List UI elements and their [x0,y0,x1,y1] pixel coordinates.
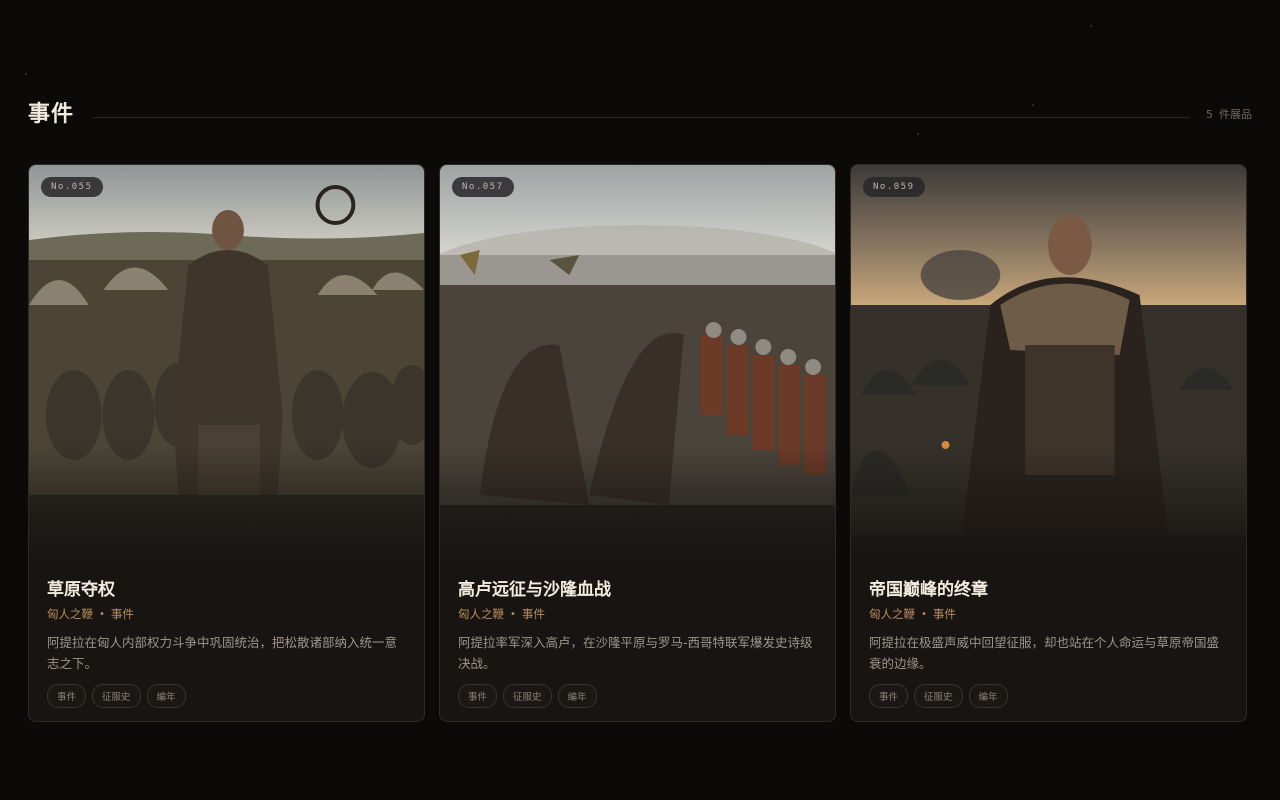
card-meta: 匈人之鞭 • 事件 [47,606,406,622]
card-description: 阿提拉在匈人内部权力斗争中巩固统治，把松散诸部纳入统一意志之下。 [47,635,398,671]
tag-list: 事件 征服史 编年 [458,684,817,708]
card-category[interactable]: 匈人之鞭 [47,606,93,622]
tag[interactable]: 编年 [557,684,597,708]
card-type[interactable]: 事件 [933,606,956,622]
card-image-steppe-warlord [29,165,424,565]
card-type[interactable]: 事件 [522,606,545,622]
exhibit-count-number: 5 [1206,108,1213,121]
exhibit-number-badge: No.057 [452,177,514,197]
card-category[interactable]: 匈人之鞭 [458,606,504,622]
tag[interactable]: 编年 [968,684,1008,708]
card-title[interactable]: 草原夺权 [47,575,406,600]
tag-list: 事件 征服史 编年 [869,684,1228,708]
card-body: 帝国巅峰的终章 匈人之鞭 • 事件 阿提拉在极盛声威中回望征服，却也站在个人命运… [869,575,1228,708]
card-grid: No.055 草原夺权 匈人之鞭 • 事件 阿提拉在匈人内部权力斗争中巩固统治，… [28,164,1247,722]
exhibit-card[interactable]: No.055 草原夺权 匈人之鞭 • 事件 阿提拉在匈人内部权力斗争中巩固统治，… [28,164,425,722]
card-body: 高卢远征与沙隆血战 匈人之鞭 • 事件 阿提拉率军深入高卢，在沙隆平原与罗马-西… [458,575,817,708]
tag[interactable]: 事件 [458,684,498,708]
card-title[interactable]: 帝国巅峰的终章 [869,575,1228,600]
exhibit-card[interactable]: No.057 高卢远征与沙隆血战 匈人之鞭 • 事件 阿提拉率军深入高卢，在沙隆… [439,164,836,722]
section-title: 事件 [28,101,75,127]
card-title[interactable]: 高卢远征与沙隆血战 [458,575,817,600]
exhibit-number-badge: No.055 [41,177,103,197]
meta-separator: • [921,608,927,620]
card-description: 阿提拉在极盛声威中回望征服，却也站在个人命运与草原帝国盛衰的边缘。 [869,635,1220,671]
card-body: 草原夺权 匈人之鞭 • 事件 阿提拉在匈人内部权力斗争中巩固统治，把松散诸部纳入… [47,575,406,708]
tag[interactable]: 征服史 [503,684,552,708]
card-image-warlord-at-dusk [851,165,1246,565]
header-divider [92,116,1190,118]
meta-separator: • [510,608,516,620]
exhibit-count-label: 件展品 [1219,108,1252,121]
exhibit-card[interactable]: No.059 帝国巅峰的终章 匈人之鞭 • 事件 阿提拉在极盛声威中回望征服，却… [850,164,1247,722]
tag[interactable]: 征服史 [92,684,141,708]
card-meta: 匈人之鞭 • 事件 [869,606,1228,622]
card-image-battle-charge [440,165,835,565]
card-category[interactable]: 匈人之鞭 [869,606,915,622]
card-type[interactable]: 事件 [111,606,134,622]
tag[interactable]: 编年 [146,684,186,708]
tag[interactable]: 事件 [869,684,909,708]
section-header: 事件 5 件展品 [28,96,1252,128]
card-meta: 匈人之鞭 • 事件 [458,606,817,622]
exhibit-number-badge: No.059 [863,177,925,197]
tag[interactable]: 征服史 [914,684,963,708]
tag-list: 事件 征服史 编年 [47,684,406,708]
card-description: 阿提拉率军深入高卢，在沙隆平原与罗马-西哥特联军爆发史诗级决战。 [458,635,813,671]
exhibit-count: 5 件展品 [1206,106,1252,122]
tag[interactable]: 事件 [47,684,87,708]
meta-separator: • [99,608,105,620]
